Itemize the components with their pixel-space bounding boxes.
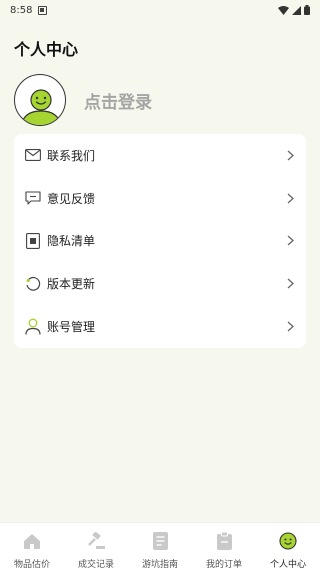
tab-label: 我的订单 <box>205 560 242 570</box>
chevron-right-icon <box>287 317 294 336</box>
chevron-right-icon <box>287 231 294 250</box>
status-icons <box>278 5 310 15</box>
order-icon <box>214 531 234 551</box>
signal-icon <box>292 5 301 15</box>
status-bar: 8:58 <box>0 0 320 20</box>
status-time: 8:58 <box>10 4 33 16</box>
tab-guide[interactable]: 游坑指南 <box>128 523 192 570</box>
page-title: 个人中心 <box>14 40 79 59</box>
home-icon <box>22 531 42 551</box>
smile-icon <box>278 531 298 551</box>
tab-label: 物品估价 <box>13 560 50 570</box>
user-icon <box>24 318 42 336</box>
menu-item-label: 版本更新 <box>47 277 96 292</box>
avatar[interactable] <box>14 74 66 126</box>
privacy-icon <box>24 232 42 250</box>
profile-section[interactable]: 点击登录 <box>14 74 152 126</box>
guide-icon <box>150 531 170 551</box>
menu-item-update[interactable]: 版本更新 <box>14 262 306 305</box>
tab-profile[interactable]: 个人中心 <box>256 523 320 570</box>
chevron-right-icon <box>287 189 294 208</box>
avatar-icon <box>20 89 62 125</box>
gavel-icon <box>86 531 106 551</box>
menu-item-label: 联系我们 <box>47 148 96 163</box>
menu-item-privacy[interactable]: 隐私清单 <box>14 220 306 263</box>
feedback-icon <box>24 189 42 207</box>
refresh-icon <box>24 275 42 293</box>
tab-label: 个人中心 <box>269 560 306 570</box>
mail-icon <box>24 146 42 164</box>
menu-item-contact[interactable]: 联系我们 <box>14 134 306 177</box>
menu-card: 联系我们 意见反馈 隐私清单 版本更新 账号管理 <box>14 134 306 348</box>
chevron-right-icon <box>287 146 294 165</box>
menu-item-label: 账号管理 <box>47 320 96 335</box>
menu-item-label: 隐私清单 <box>47 234 96 249</box>
chevron-right-icon <box>287 274 294 293</box>
menu-item-feedback[interactable]: 意见反馈 <box>14 177 306 220</box>
tab-transactions[interactable]: 成交记录 <box>64 523 128 570</box>
notification-icon <box>38 5 48 15</box>
menu-item-account[interactable]: 账号管理 <box>14 305 306 348</box>
battery-icon <box>304 5 310 15</box>
tab-label: 成交记录 <box>77 560 114 570</box>
tab-label: 游坑指南 <box>141 560 178 570</box>
wifi-icon <box>278 5 289 15</box>
tab-orders[interactable]: 我的订单 <box>192 523 256 570</box>
menu-item-label: 意见反馈 <box>47 191 96 206</box>
bottom-tab-bar: 物品估价 成交记录 游坑指南 我的订单 个人中心 <box>0 522 320 570</box>
login-link[interactable]: 点击登录 <box>84 88 152 113</box>
tab-valuation[interactable]: 物品估价 <box>0 523 64 570</box>
